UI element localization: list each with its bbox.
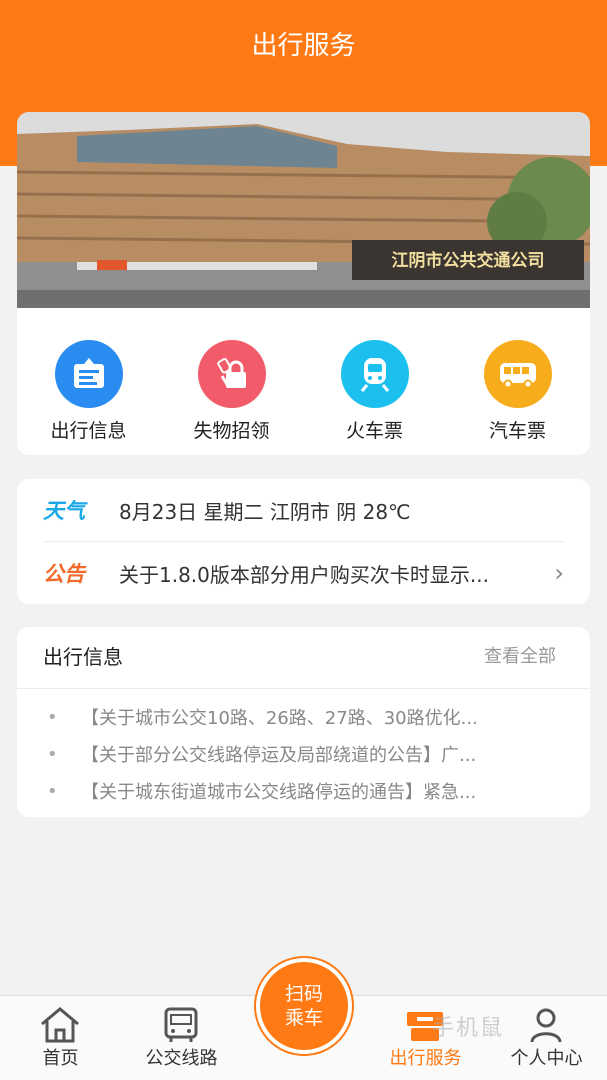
services-panel: 出行信息 失物招领 火车票 汽车票 [17,308,590,455]
notice-badge: 公告 [43,562,85,586]
service-label: 汽车票 [488,420,546,442]
service-label: 出行信息 [50,420,127,442]
tab-personal-center[interactable]: 个人中心 [486,996,607,1080]
info-board-icon [54,340,123,408]
section-title: 出行信息 [43,645,123,669]
news-item-text: 【关于部分公交线路停运及局部绕道的公告】广... [81,745,477,766]
tab-label: 公交线路 [145,1048,218,1069]
service-travel-info[interactable]: 出行信息 [17,340,160,444]
tab-label: 个人中心 [510,1048,583,1069]
bus-icon [483,340,552,408]
weather-text: 8月23日 星期二 江阴市 阴 28℃ [119,499,411,524]
news-item[interactable]: • 【关于城东街道城市公交线路停运的通告】紧急... [47,774,557,808]
news-item-text: 【关于城东街道城市公交线路停运的通告】紧急... [81,782,477,803]
weather-notice-card: 天气 8月23日 星期二 江阴市 阴 28℃ 公告 关于1.8.0版本部分用户购… [17,479,590,604]
lost-found-icon [197,340,266,408]
tab-label: 首页 [42,1048,79,1069]
service-label: 失物招领 [193,420,270,442]
notice-row[interactable]: 公告 关于1.8.0版本部分用户购买次卡时显示... › [43,542,564,604]
building-photo [17,112,590,309]
chevron-right-icon: › [554,559,564,587]
company-sign-text: 江阴市公共交通公司 [391,251,545,271]
tab-label: 出行服务 [389,1048,462,1069]
service-label: 火车票 [345,420,403,442]
person-icon [530,1008,562,1043]
divider [17,688,590,689]
weather-row: 天气 8月23日 星期二 江阴市 阴 28℃ [43,479,564,541]
service-lost-found[interactable]: 失物招领 [160,340,303,444]
travel-info-card: 出行信息 查看全部 • 【关于城市公交10路、26路、27路、30路优化... … [17,627,590,817]
weather-badge: 天气 [43,499,85,523]
service-bus-ticket[interactable]: 汽车票 [446,340,589,444]
banner-image[interactable]: 江阴市公共交通公司 [17,112,590,309]
news-item-text: 【关于城市公交10路、26路、27路、30路优化... [81,708,478,729]
view-all-link[interactable]: 查看全部 [484,644,556,670]
bullet-icon: • [47,743,58,765]
tab-bus-routes[interactable]: 公交线路 [121,996,242,1080]
bullet-icon: • [47,706,58,728]
watermark: 手机鼠 [432,1016,505,1041]
train-icon [340,340,409,408]
scan-button-line1: 扫码 [284,983,323,1005]
tab-home[interactable]: 首页 [0,996,121,1080]
news-item[interactable]: • 【关于城市公交10路、26路、27路、30路优化... [47,700,557,734]
scan-button-line2: 乘车 [284,1007,323,1029]
bus-route-icon [164,1007,198,1042]
scan-to-ride-button[interactable]: 扫码 乘车 [256,958,352,1054]
page-title: 出行服务 [251,31,356,61]
bullet-icon: • [47,780,58,802]
home-icon [41,1007,79,1043]
news-item[interactable]: • 【关于部分公交线路停运及局部绕道的公告】广... [47,737,557,771]
service-train-ticket[interactable]: 火车票 [303,340,446,444]
notice-text: 关于1.8.0版本部分用户购买次卡时显示... [119,562,489,587]
